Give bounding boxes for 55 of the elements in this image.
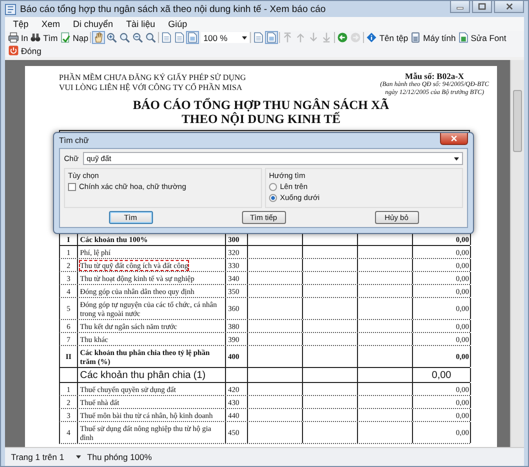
zoom-out-icon bbox=[132, 32, 144, 43]
dropdown-arrow-icon bbox=[454, 156, 459, 160]
hand-icon bbox=[93, 32, 104, 43]
report-window-icon bbox=[5, 4, 16, 14]
menu-item[interactable]: Tài liệu bbox=[126, 19, 156, 29]
window-title: Báo cáo tổng hợp thu ngân sách xã theo nội dung kinh tế - Xem báo cáo bbox=[20, 4, 327, 14]
dropdown-arrow-icon bbox=[242, 36, 248, 40]
unregistered-notice: PHẦN MỀM CHƯA ĐĂNG KÝ GIẤY PHÉP SỬ DỤNG VUI LÒNG LIÊN HỆ VỚI CÔNG TY CỔ PHẦN MISA bbox=[59, 72, 246, 94]
zoom-status: Thu phóng 100% bbox=[87, 452, 152, 462]
menu-item[interactable]: Xem bbox=[42, 19, 60, 29]
arrow-up-icon bbox=[295, 32, 306, 43]
two-page-button[interactable] bbox=[265, 31, 278, 44]
print-button[interactable]: In bbox=[7, 31, 30, 44]
page-status: Trang 1 trên 1 bbox=[11, 452, 64, 462]
arrow-down-icon bbox=[308, 32, 320, 43]
dialog-title: Tìm chữ bbox=[59, 136, 89, 145]
magnifier-icon bbox=[145, 32, 156, 43]
binoculars-icon bbox=[30, 32, 42, 43]
magnifier-icon bbox=[119, 32, 130, 43]
menu-item[interactable]: Tệp bbox=[13, 19, 29, 29]
form-code: Mẫu số: B02a-X bbox=[404, 71, 466, 81]
reload-button[interactable]: Nạp bbox=[58, 31, 90, 44]
page-button[interactable] bbox=[160, 31, 174, 44]
close-report-button[interactable]: Đóng bbox=[7, 44, 42, 57]
close-button[interactable] bbox=[440, 133, 468, 145]
hand-tool-button[interactable] bbox=[92, 31, 106, 44]
find-button[interactable]: Tìm bbox=[29, 31, 59, 44]
zoom-area-button[interactable] bbox=[144, 31, 158, 44]
zoom-in-icon bbox=[106, 32, 118, 43]
circle-icon bbox=[350, 32, 362, 43]
vertical-scrollbar[interactable] bbox=[510, 60, 524, 447]
zoom-in-button[interactable] bbox=[105, 31, 118, 44]
menu-item[interactable]: Di chuyển bbox=[73, 19, 114, 29]
amount-cell: 0,00 bbox=[432, 370, 452, 380]
report-title: BÁO CÁO TỔNG HỢP THU NGÂN SÁCH XÃ THEO NỘI DUNG KINH TẾ bbox=[132, 98, 390, 126]
dropdown-arrow-icon[interactable] bbox=[76, 455, 82, 459]
page-width-button[interactable] bbox=[173, 31, 186, 44]
content-cell: Các khoản thu phân chia (1) bbox=[79, 368, 207, 382]
close-icon bbox=[450, 135, 458, 142]
minimize-button[interactable] bbox=[450, 1, 470, 13]
arrow-bottom-icon bbox=[321, 32, 332, 43]
back-button[interactable] bbox=[336, 31, 350, 44]
zoom-out-button[interactable] bbox=[131, 31, 144, 44]
maximize-button[interactable] bbox=[472, 1, 492, 13]
single-page-button[interactable] bbox=[252, 31, 266, 44]
close-icon bbox=[504, 3, 514, 10]
arrow-top-icon bbox=[282, 32, 294, 43]
close-button[interactable] bbox=[494, 1, 524, 13]
menu-item[interactable]: Giúp bbox=[168, 19, 188, 29]
file-name-button[interactable]: Tên tệp bbox=[365, 31, 410, 44]
zoom-button[interactable] bbox=[118, 31, 132, 44]
calculator-button[interactable]: Máy tính bbox=[409, 31, 457, 44]
zoom-dropdown[interactable]: 100 % bbox=[201, 32, 250, 43]
page-view-button[interactable] bbox=[186, 31, 200, 44]
fix-font-button[interactable]: Sửa Font bbox=[456, 31, 508, 44]
